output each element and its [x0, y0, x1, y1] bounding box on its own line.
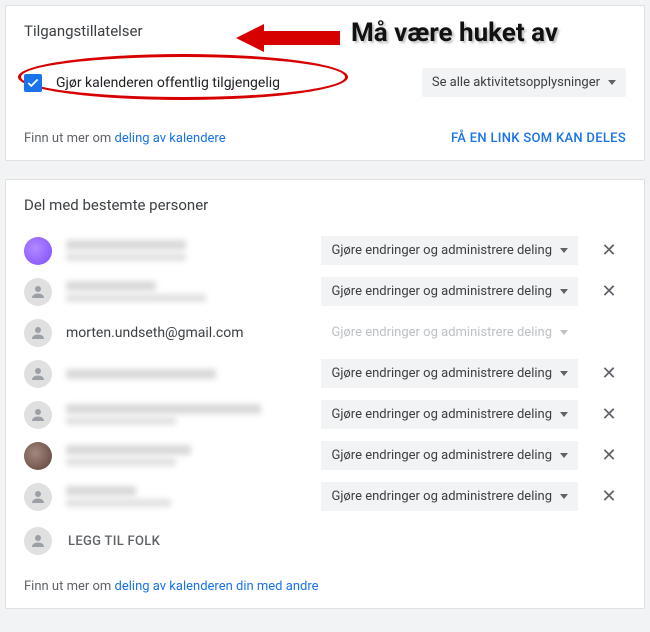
remove-person-button[interactable]: ✕ — [592, 486, 626, 507]
remove-person-button[interactable]: ✕ — [592, 404, 626, 425]
remove-person-button[interactable]: ✕ — [592, 281, 626, 302]
redacted-name — [66, 445, 191, 455]
person-row: Gjøre endringer og administrere deling ✕ — [24, 353, 626, 394]
permission-dropdown[interactable]: Gjøre endringer og administrere deling — [321, 236, 578, 265]
person-row: Gjøre endringer og administrere deling ✕ — [24, 230, 626, 271]
person-row: Gjøre endringer og administrere deling ✕ — [24, 271, 626, 312]
person-row: Gjøre endringer og administrere deling ✕ — [24, 394, 626, 435]
remove-person-button[interactable]: ✕ — [592, 445, 626, 466]
help-text: Finn ut mer om deling av kalendere — [24, 131, 226, 146]
visibility-dropdown-label: Se alle aktivitetsopplysninger — [432, 75, 600, 90]
chevron-down-icon — [560, 371, 568, 376]
public-checkbox[interactable] — [24, 74, 42, 92]
redacted-email — [66, 458, 176, 466]
person-info: morten.undseth@gmail.com — [66, 325, 307, 341]
redacted-name — [66, 369, 216, 379]
redacted-name — [66, 486, 136, 496]
person-row: Gjøre endringer og administrere deling ✕ — [24, 435, 626, 476]
permission-dropdown[interactable]: Gjøre endringer og administrere deling — [321, 400, 578, 429]
redacted-name — [66, 240, 186, 250]
person-row: morten.undseth@gmail.com Gjøre endringer… — [24, 312, 626, 353]
add-people-row[interactable]: LEGG TIL FOLK — [24, 517, 626, 573]
chevron-down-icon — [560, 330, 568, 335]
avatar — [24, 319, 52, 347]
redacted-email — [66, 253, 186, 261]
help-link[interactable]: deling av kalendere — [115, 131, 226, 146]
person-row: Gjøre endringer og administrere deling ✕ — [24, 476, 626, 517]
share-help-link[interactable]: deling av kalenderen din med andre — [115, 579, 319, 594]
get-shareable-link-button[interactable]: FÅ EN LINK SOM KAN DELES — [451, 131, 626, 146]
share-card: Del med bestemte personer Gjøre endringe… — [5, 179, 645, 609]
person-email: morten.undseth@gmail.com — [66, 325, 243, 341]
avatar — [24, 401, 52, 429]
person-info — [66, 237, 307, 264]
chevron-down-icon — [560, 289, 568, 294]
section-title: Tilgangstillatelser — [24, 22, 626, 40]
remove-person-button[interactable]: ✕ — [592, 240, 626, 261]
public-checkbox-label: Gjør kalenderen offentlig tilgjengelig — [56, 75, 280, 91]
chevron-down-icon — [560, 412, 568, 417]
person-info — [66, 278, 307, 305]
avatar — [24, 360, 52, 388]
avatar — [24, 442, 52, 470]
person-info — [66, 401, 307, 428]
visibility-dropdown[interactable]: Se alle aktivitetsopplysninger — [422, 68, 626, 97]
chevron-down-icon — [560, 248, 568, 253]
chevron-down-icon — [560, 453, 568, 458]
remove-person-button[interactable]: ✕ — [592, 363, 626, 384]
public-row: Gjør kalenderen offentlig tilgjengelig S… — [24, 68, 626, 97]
avatar — [24, 483, 52, 511]
avatar — [24, 237, 52, 265]
share-help-text: Finn ut mer om deling av kalenderen din … — [24, 573, 626, 594]
redacted-email — [66, 499, 171, 507]
redacted-name — [66, 404, 261, 414]
permission-dropdown-disabled: Gjøre endringer og administrere deling — [321, 318, 578, 347]
section-title: Del med bestemte personer — [24, 196, 626, 214]
permission-dropdown[interactable]: Gjøre endringer og administrere deling — [321, 359, 578, 388]
person-info — [66, 442, 307, 469]
avatar — [24, 527, 52, 555]
person-info — [66, 483, 307, 510]
permission-dropdown[interactable]: Gjøre endringer og administrere deling — [321, 277, 578, 306]
person-info — [66, 366, 307, 382]
redacted-name — [66, 281, 156, 291]
chevron-down-icon — [608, 80, 616, 85]
help-row: Finn ut mer om deling av kalendere FÅ EN… — [24, 131, 626, 146]
access-permissions-card: Tilgangstillatelser Må være huket av Gjø… — [5, 5, 645, 161]
avatar — [24, 278, 52, 306]
chevron-down-icon — [560, 494, 568, 499]
redacted-email — [66, 294, 206, 302]
add-people-label: LEGG TIL FOLK — [68, 534, 160, 549]
redacted-email — [66, 417, 176, 425]
permission-dropdown[interactable]: Gjøre endringer og administrere deling — [321, 482, 578, 511]
permission-dropdown[interactable]: Gjøre endringer og administrere deling — [321, 441, 578, 470]
